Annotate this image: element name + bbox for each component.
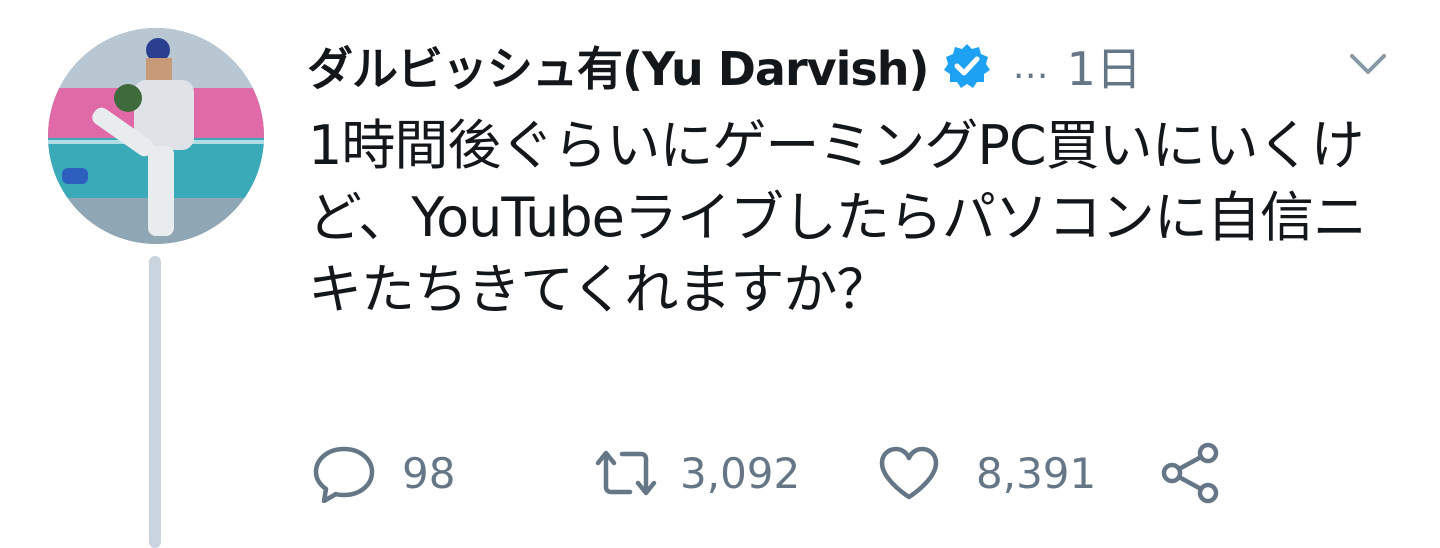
reply-button[interactable]: 98 [312,438,455,508]
tweet-header: ダルビッシュ有(Yu Darvish) … 1日 [307,26,1407,106]
like-button[interactable]: 8,391 [878,438,1096,508]
timestamp[interactable]: 1日 [1067,33,1142,99]
action-bar: 98 3,092 8,391 [312,438,1312,508]
tweet[interactable]: ダルビッシュ有(Yu Darvish) … 1日 1時間後ぐらいにゲーミングPC… [0,0,1440,548]
avatar[interactable] [48,28,264,244]
verified-badge-icon [943,42,991,90]
chevron-down-icon[interactable] [1348,50,1388,80]
share-button[interactable] [1158,438,1222,508]
heart-icon [878,445,940,501]
retweet-icon [590,445,662,501]
avatar-photo [48,28,264,244]
share-icon [1158,441,1222,505]
like-count: 8,391 [976,448,1097,498]
tweet-text: 1時間後ぐらいにゲーミングPC買いにいくけど、YouTubeライブしたらパソコン… [308,114,1367,321]
reply-count: 98 [402,448,456,498]
reply-icon [312,443,376,503]
handle-truncated[interactable]: … [1013,46,1051,87]
thread-line [149,256,161,548]
retweet-count: 3,092 [680,448,801,498]
display-name[interactable]: ダルビッシュ有(Yu Darvish) [307,33,930,99]
retweet-button[interactable]: 3,092 [590,438,800,508]
